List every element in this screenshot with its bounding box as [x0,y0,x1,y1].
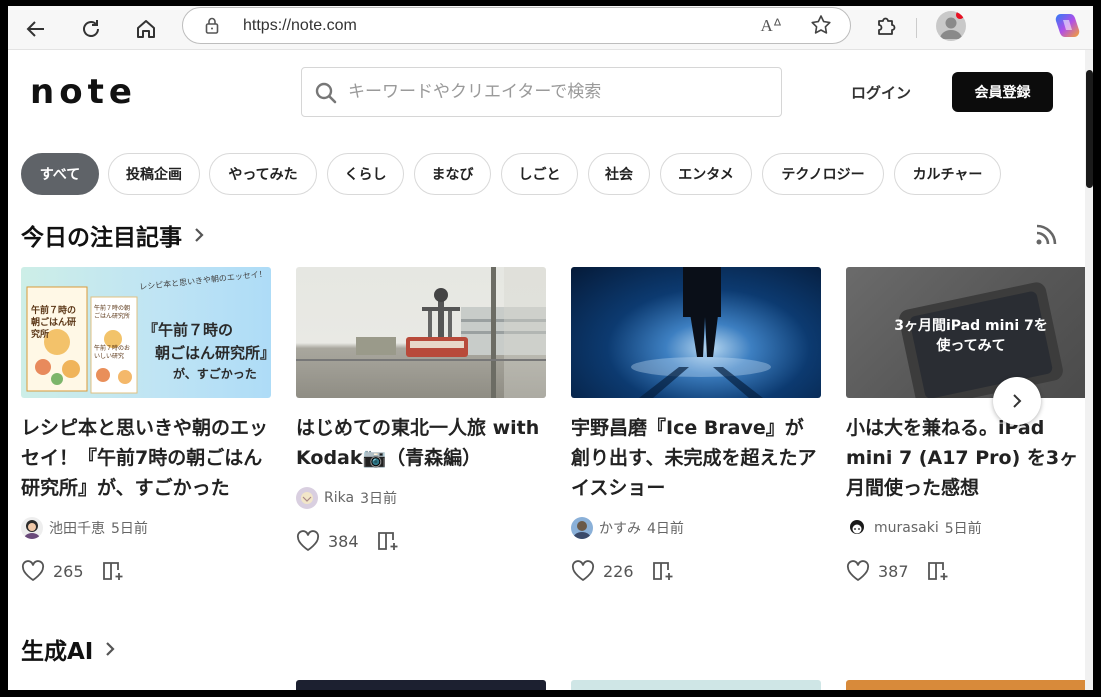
note-logo[interactable]: note [30,72,137,112]
tab-work[interactable]: しごと [501,153,578,195]
heart-icon[interactable] [296,530,320,552]
author-name: murasaki [874,520,939,536]
copilot-icon[interactable] [1052,11,1082,45]
read-aloud-label: A [760,16,773,35]
add-to-magazine-icon[interactable] [101,560,125,582]
article-thumbnail[interactable] [296,267,546,398]
avatar [296,487,318,509]
chevron-right-icon [1013,394,1022,408]
author-name: Rika [324,490,355,506]
heart-icon[interactable] [571,560,595,582]
book-cover-subtitle: 午前７時の朝ごはん研究所 [94,305,131,320]
scrollbar-thumb[interactable] [1086,70,1093,188]
chevron-right-icon [195,228,204,242]
like-count: 226 [603,561,634,581]
article-stats: 265 [21,560,125,582]
tab-tried-it[interactable]: やってみた [209,153,317,195]
notification-dot [956,11,964,19]
thumb-text-line-1: 3ヶ月間iPad mini 7を [894,318,1048,334]
thumb-text-line-3: が、すごかった [173,367,257,381]
thumb-text-line-2: 朝ごはん研究所』 [155,344,271,362]
post-time: 5日前 [944,521,982,537]
article-thumbnail[interactable] [846,680,1093,690]
author-name: かすみ [599,521,641,537]
featured-section-title: 今日の注目記事 [21,225,182,251]
article-author[interactable]: murasaki 5日前 [846,517,982,539]
login-link[interactable]: ログイン [851,82,911,103]
url-text[interactable]: https://note.com [243,17,357,35]
search-input[interactable] [348,76,768,108]
back-icon[interactable] [19,12,53,46]
tab-society[interactable]: 社会 [588,153,650,195]
avatar [571,517,593,539]
favorite-star-icon[interactable] [810,14,832,40]
like-count: 384 [328,531,359,551]
like-count: 387 [878,561,909,581]
book-cover-subtitle-2: 午前７時のおいしい研究 [94,345,131,360]
tab-culture[interactable]: カルチャー [894,153,1001,195]
page-scrollbar[interactable] [1085,50,1093,690]
toolbar-divider [916,18,917,38]
author-name: 池田千恵 [49,521,105,537]
carousel-next-button[interactable] [993,377,1041,425]
profile-avatar[interactable] [936,11,966,41]
tab-learning[interactable]: まなび [414,153,491,195]
chevron-right-icon [106,642,115,656]
thumb-text-line-2: 使ってみて [936,338,1006,354]
article-title[interactable]: はじめての東北一人旅 with Kodak📷（青森編） [296,413,546,473]
tab-contests[interactable]: 投稿企画 [108,153,200,195]
article-stats: 226 [571,560,675,582]
thumb-text-line-1: 『午前７時の [143,321,234,339]
article-stats: 387 [846,560,950,582]
search-icon [315,82,337,104]
article-title[interactable]: 小は大を兼ねる。iPad mini 7 (A17 Pro) を3ヶ月間使った感想 [846,413,1093,503]
article-thumbnail[interactable] [296,680,546,690]
like-count: 265 [53,561,84,581]
heart-icon[interactable] [21,560,45,582]
address-bar[interactable]: https://note.com Aᐞ [182,7,851,44]
rss-icon[interactable] [1035,224,1057,250]
post-time: 5日前 [111,521,148,537]
article-author[interactable]: Rika 3日前 [296,487,397,509]
signup-button[interactable]: 会員登録 [952,72,1053,112]
avatar [846,517,868,539]
featured-section-heading[interactable]: 今日の注目記事 [21,218,206,252]
genai-section-title: 生成AI [21,639,94,665]
lock-icon[interactable] [205,17,219,39]
post-time: 3日前 [360,491,397,507]
search-box[interactable] [301,67,782,117]
article-title[interactable]: 宇野昌磨『Ice Brave』が創り出す、未完成を超えたアイスショー [571,413,821,503]
article-thumbnail[interactable]: 午前７時の朝ごはん研究所 午前７時の朝ごはん研究所 午前７時のおいしい研究 レシ… [21,267,271,398]
article-thumbnail[interactable]: 3ヶ月間iPad mini 7を 使ってみて [846,267,1093,398]
article-title[interactable]: レシピ本と思いきや朝のエッセイ！『午前7時の朝ごはん研究所』が、すごかった [21,413,271,503]
browser-toolbar: https://note.com Aᐞ [8,6,1093,50]
article-stats: 384 [296,530,400,552]
home-icon[interactable] [129,12,163,46]
add-to-magazine-icon[interactable] [376,530,400,552]
read-aloud-icon[interactable]: Aᐞ [760,16,782,36]
tab-all[interactable]: すべて [21,153,99,195]
article-author[interactable]: かすみ 4日前 [571,517,684,539]
add-to-magazine-icon[interactable] [651,560,675,582]
heart-icon[interactable] [846,560,870,582]
refresh-icon[interactable] [74,12,108,46]
article-author[interactable]: 池田千恵 5日前 [21,517,148,539]
avatar [21,517,43,539]
browser-window: https://note.com Aᐞ note ログイン 会員登録 [8,6,1093,690]
article-thumbnail[interactable] [571,680,821,690]
extensions-icon[interactable] [874,12,900,42]
genai-section-heading[interactable]: 生成AI [21,632,117,666]
tab-technology[interactable]: テクノロジー [762,153,884,195]
article-thumbnail[interactable] [571,267,821,398]
tab-entertainment[interactable]: エンタメ [660,153,752,195]
tab-life[interactable]: くらし [327,153,404,195]
post-time: 4日前 [647,521,684,537]
book-cover-title: 午前７時の朝ごはん研究所 [31,306,77,340]
add-to-magazine-icon[interactable] [926,560,950,582]
